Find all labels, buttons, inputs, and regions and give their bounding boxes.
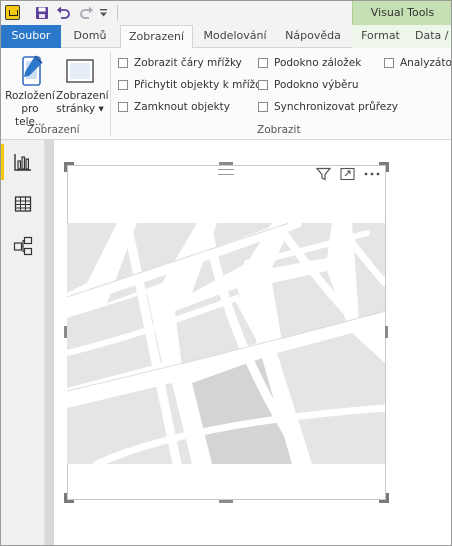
resize-handle-top[interactable]	[219, 162, 233, 165]
resize-handle-bottom-right[interactable]	[379, 493, 389, 503]
tab-help[interactable]: Nápověda	[277, 25, 349, 48]
checkbox-label: Podokno záložek	[274, 57, 362, 69]
tab-view[interactable]: Zobrazení	[120, 25, 193, 49]
checkbox-performance-analyzer[interactable]: Analyzátor	[384, 56, 452, 70]
page-view-label-2: stránky ▾	[56, 103, 104, 115]
checkbox-label: Analyzátor	[400, 57, 452, 69]
checkbox-box[interactable]	[118, 80, 128, 90]
page-view-label-1: Zobrazení	[56, 90, 109, 102]
drag-grip-icon[interactable]	[218, 169, 234, 175]
customize-qat-icon[interactable]	[97, 4, 109, 22]
resize-handle-left[interactable]	[64, 326, 67, 338]
powerbi-app-icon	[5, 5, 20, 20]
checkbox-box[interactable]	[118, 58, 128, 68]
resize-handle-bottom[interactable]	[219, 500, 233, 503]
checkbox-box[interactable]	[258, 102, 268, 112]
checkbox-label: Zobrazit čáry mřížky	[134, 57, 242, 69]
checkbox-show-gridlines[interactable]: Zobrazit čáry mřížky	[118, 56, 242, 70]
checkbox-label: Zamknout objekty	[134, 101, 231, 113]
rail-divider	[45, 140, 54, 545]
focus-mode-icon[interactable]	[338, 166, 356, 182]
undo-icon[interactable]	[54, 4, 72, 22]
powerbi-window: Visual Tools Soubor Domů Zobrazení Model…	[0, 0, 452, 546]
checkbox-box[interactable]	[258, 80, 268, 90]
resize-handle-top-left[interactable]	[64, 162, 74, 172]
tab-home[interactable]: Domů	[63, 25, 117, 48]
checkbox-box[interactable]	[258, 58, 268, 68]
tab-format[interactable]: Format	[352, 25, 409, 48]
tab-file[interactable]: Soubor	[1, 25, 61, 48]
save-icon[interactable]	[33, 4, 51, 22]
tab-data-drill[interactable]: Data / P	[409, 25, 451, 48]
checkbox-label: Synchronizovat průřezy	[274, 101, 398, 113]
page-view-button[interactable]: Zobrazení stránky ▾	[56, 54, 109, 116]
phone-layout-icon	[22, 55, 43, 86]
resize-handle-right[interactable]	[385, 326, 388, 338]
relationships-view-icon	[13, 236, 33, 256]
visual-tools-context-label: Visual Tools	[352, 1, 451, 25]
checkbox-selection-pane[interactable]: Podokno výběru	[258, 78, 359, 92]
checkbox-sync-slicers[interactable]: Synchronizovat průřezy	[258, 100, 398, 114]
resize-handle-bottom-left[interactable]	[64, 493, 74, 503]
view-rail	[1, 140, 45, 545]
phone-layout-button[interactable]: Rozložení pro tele...	[5, 54, 55, 129]
title-bar: Visual Tools	[1, 1, 451, 25]
report-view-icon	[14, 154, 31, 171]
page-view-icon	[66, 59, 94, 83]
checkbox-snap-to-grid[interactable]: Přichytit objekty k mřížce	[118, 78, 267, 92]
checkbox-box[interactable]	[384, 58, 394, 68]
group-label-show: Zobrazit	[257, 124, 301, 136]
map-streets-illustration	[67, 223, 385, 464]
filter-icon[interactable]	[314, 166, 332, 182]
report-view-button[interactable]	[1, 142, 45, 182]
checkbox-bookmarks-pane[interactable]: Podokno záložek	[258, 56, 361, 70]
resize-handle-top-right[interactable]	[379, 162, 389, 172]
checkbox-label: Přichytit objekty k mřížce	[134, 79, 268, 91]
map-placeholder-graphic	[67, 223, 385, 464]
checkbox-box[interactable]	[118, 102, 128, 112]
ribbon-tabs: Soubor Domů Zobrazení Modelování Nápověd…	[1, 25, 451, 49]
data-view-button[interactable]	[1, 184, 45, 224]
checkbox-lock-objects[interactable]: Zamknout objekty	[118, 100, 230, 114]
redo-icon[interactable]	[77, 4, 95, 22]
ribbon-group-separator	[110, 52, 111, 136]
phone-layout-label-1: Rozložení	[5, 90, 55, 102]
ribbon: Rozložení pro tele... Zobrazení stránky …	[1, 48, 451, 140]
relationships-view-button[interactable]	[1, 226, 45, 266]
data-view-icon	[14, 196, 32, 212]
toolbar-separator	[117, 5, 118, 21]
checkbox-label: Podokno výběru	[274, 79, 359, 91]
tab-modeling[interactable]: Modelování	[195, 25, 275, 48]
group-label-view: Zobrazení	[27, 124, 80, 136]
